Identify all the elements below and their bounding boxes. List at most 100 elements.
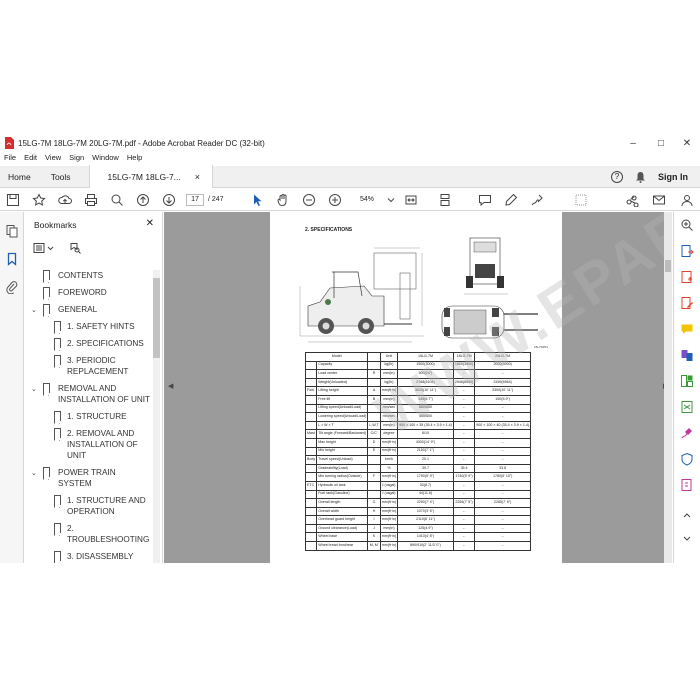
tab-tools[interactable]: Tools <box>41 166 81 188</box>
share-icon[interactable] <box>626 193 640 207</box>
row-value-20lg: ← <box>474 412 532 422</box>
save-icon[interactable] <box>6 193 20 207</box>
cloud-upload-icon[interactable] <box>58 193 72 207</box>
sign-pen-icon[interactable] <box>530 193 544 207</box>
attachments-paperclip-icon[interactable] <box>5 280 19 294</box>
table-row: Ground clearance(Load) Jmm(in) 125(4.9") ← ← <box>304 523 532 534</box>
account-icon[interactable] <box>680 193 694 207</box>
row-value-15lg: 4300(14' 9") <box>397 437 454 448</box>
close-tab-icon[interactable]: × <box>195 172 200 182</box>
menu-view[interactable]: View <box>41 153 65 165</box>
select-cursor-icon[interactable] <box>250 193 264 207</box>
bookmarks-panel-icon[interactable] <box>5 252 19 266</box>
bookmark-label: 3. DISASSEMBLY <box>67 552 134 561</box>
bookmark-item[interactable]: 3. DISASSEMBLY <box>25 551 151 563</box>
bookmark-item[interactable]: ⌄ REMOVAL AND INSTALLATION OF UNIT <box>25 383 151 405</box>
row-unit: mm(in) <box>379 369 399 379</box>
row-value-20lg: ← <box>474 429 532 439</box>
help-icon[interactable]: ? <box>611 170 623 183</box>
table-row: Max height Dmm(ft·in) 4300(14' 9") ← ← <box>304 437 532 448</box>
protect-shield-icon[interactable] <box>680 452 694 466</box>
collapse-left-pane-handle[interactable]: ◀ <box>168 382 173 390</box>
close-window-button[interactable]: ✕ <box>674 133 700 153</box>
tools-pane-collapse-icon[interactable] <box>680 508 694 522</box>
bookmark-flag-icon <box>43 304 50 317</box>
more-tools-icon[interactable] <box>680 478 694 492</box>
organize-pages-icon[interactable] <box>680 374 694 388</box>
bookmarks-scrollbar-thumb[interactable] <box>153 278 160 358</box>
row-value-18lg: ← <box>452 506 476 517</box>
minimize-button[interactable]: – <box>620 133 646 153</box>
expand-chevron-icon[interactable]: ⌄ <box>31 384 37 395</box>
forklift-technical-drawing: 15L7SP01 <box>299 237 548 349</box>
comment-icon[interactable] <box>478 193 492 207</box>
tab-home[interactable]: Home <box>0 166 41 188</box>
email-icon[interactable] <box>652 193 666 207</box>
bookmark-item[interactable]: FOREWORD <box>25 287 151 300</box>
bookmark-item[interactable]: 1. STRUCTURE AND OPERATION <box>25 495 151 517</box>
row-unit: mm(ft·in) <box>379 386 399 396</box>
search-tools-icon[interactable] <box>680 218 694 232</box>
page-number-input[interactable]: 17 <box>186 194 204 206</box>
bookmark-item[interactable]: 1. SAFETY HINTS <box>25 321 151 334</box>
fill-sign-icon[interactable] <box>680 426 694 440</box>
sign-in-button[interactable]: Sign In <box>658 172 688 182</box>
bookmark-item[interactable]: ⌄ POWER TRAIN SYSTEM <box>25 467 151 489</box>
find-bookmark-icon[interactable] <box>69 242 81 254</box>
zoom-search-icon[interactable] <box>110 193 124 207</box>
document-scrollbar[interactable] <box>664 212 672 563</box>
document-scrollbar-thumb[interactable] <box>665 260 671 272</box>
row-value-18lg: ← <box>452 437 476 448</box>
bookmark-item[interactable]: 2. SPECIFICATIONS <box>25 338 151 351</box>
menu-sign[interactable]: Sign <box>65 153 88 165</box>
notification-bell-icon[interactable] <box>635 171 646 183</box>
row-code <box>367 360 381 371</box>
expand-chevron-icon[interactable]: ⌄ <box>31 468 37 479</box>
row-value-18lg: ← <box>452 523 476 534</box>
export-pdf-icon[interactable] <box>680 244 694 258</box>
table-row: Overall length Gmm(ft·in) 2250(7' 4") 2265(… <box>304 498 532 508</box>
hand-tool-icon[interactable] <box>276 193 290 207</box>
row-value-20lg: 2000(4000) <box>474 360 532 371</box>
menu-window[interactable]: Window <box>88 153 123 165</box>
scroll-mode-icon[interactable] <box>438 193 452 207</box>
tools-pane-expand-icon[interactable] <box>680 532 694 546</box>
print-icon[interactable] <box>84 193 98 207</box>
comment-tool-icon[interactable] <box>680 322 694 336</box>
bookmarks-scrollbar[interactable] <box>153 270 160 563</box>
row-group <box>304 360 318 371</box>
bookmark-item[interactable]: 2. REMOVAL AND INSTALLATION OF UNIT <box>25 428 151 461</box>
next-page-icon[interactable] <box>162 193 176 207</box>
bookmark-item[interactable]: 2. TROUBLESHOOTING <box>25 523 151 545</box>
maximize-button[interactable]: □ <box>648 133 674 153</box>
zoom-dropdown-chevron-icon[interactable] <box>384 193 398 207</box>
fit-page-icon[interactable] <box>404 193 418 207</box>
zoom-in-icon[interactable] <box>328 193 342 207</box>
window-title: 15LG-7M 18LG-7M 20LG-7M.pdf - Adobe Acro… <box>18 138 265 148</box>
menu-help[interactable]: Help <box>123 153 146 165</box>
expand-chevron-icon[interactable]: ⌄ <box>31 305 37 316</box>
document-viewer[interactable]: ◀ 2. SPECIFICATIONS 15L7SP01 Model Unit … <box>164 212 672 563</box>
edit-pdf-icon[interactable] <box>680 296 694 310</box>
bookmark-star-icon[interactable] <box>32 193 46 207</box>
bookmark-item[interactable]: 1. STRUCTURE <box>25 411 151 424</box>
share-link-icon[interactable] <box>574 193 588 207</box>
previous-page-icon[interactable] <box>136 193 150 207</box>
zoom-out-icon[interactable] <box>302 193 316 207</box>
bookmark-options-icon[interactable] <box>33 242 55 254</box>
highlight-pen-icon[interactable] <box>504 193 518 207</box>
menu-file[interactable]: File <box>0 153 20 165</box>
tab-document[interactable]: 15LG-7M 18LG-7... × <box>88 165 214 188</box>
compress-pdf-icon[interactable] <box>680 400 694 414</box>
create-pdf-icon[interactable] <box>680 270 694 284</box>
close-bookmarks-icon[interactable]: ✕ <box>146 218 154 229</box>
bookmark-item[interactable]: CONTENTS <box>25 270 151 283</box>
page-thumbnails-icon[interactable] <box>5 224 19 238</box>
bookmark-item[interactable]: 3. PERIODIC REPLACEMENT <box>25 355 151 377</box>
row-value-18lg: ← <box>452 420 476 431</box>
row-value-20lg: 900 × 100 × 40 (35.4 × 3.9 × 1.4) <box>474 420 532 431</box>
bookmark-item[interactable]: ⌄ GENERAL <box>25 304 151 317</box>
menu-edit[interactable]: Edit <box>20 153 41 165</box>
combine-files-icon[interactable] <box>680 348 694 362</box>
zoom-level-dropdown[interactable]: 54% <box>352 194 382 206</box>
